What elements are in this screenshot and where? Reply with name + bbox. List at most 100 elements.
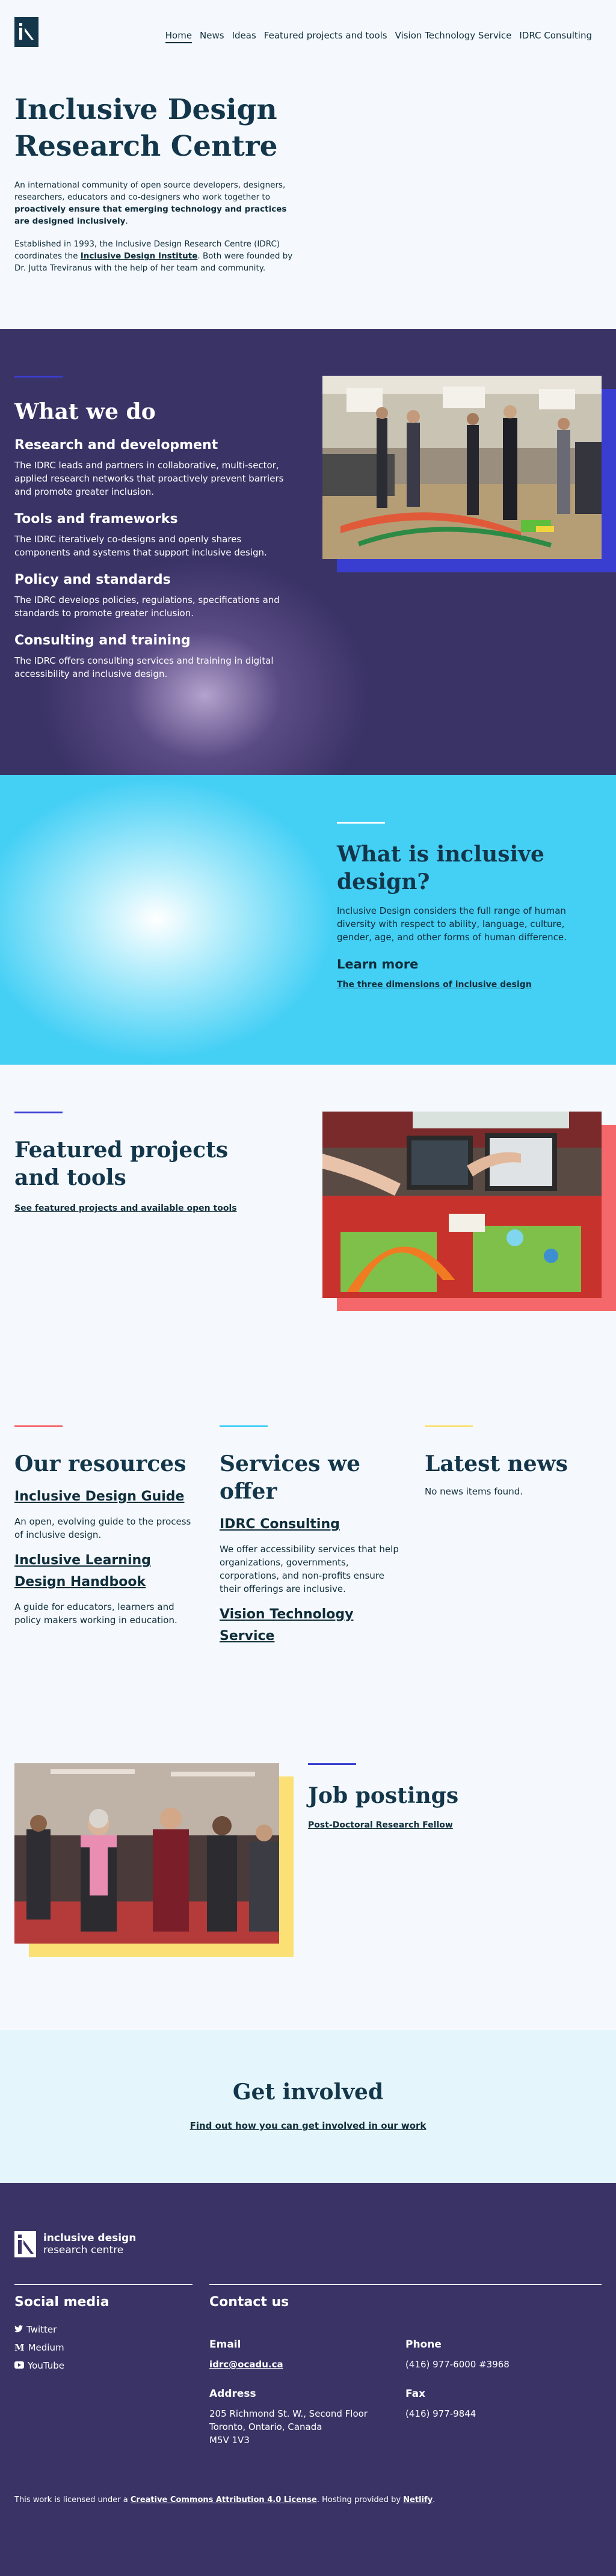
email-label: Email [209,2339,241,2351]
footer-divider [209,2284,602,2285]
logo-line-1: inclusive design [43,2232,137,2244]
license-notice: This work is licensed under a Creative C… [14,2495,435,2504]
fax-number: (416) 977-9844 [405,2408,476,2419]
twitter-link[interactable]: Twitter [26,2321,57,2339]
phone-cell: Phone (416) 977-6000 #3968 [405,2339,510,2371]
postdoc-fellow-link[interactable]: Post-Doctoral Research Fellow [308,1820,585,1830]
hero-section: Inclusive Design Research Centre An inte… [0,60,616,329]
phone-number: (416) 977-6000 #3968 [405,2359,510,2370]
service-heading: IDRC Consulting [220,1514,400,1535]
what-we-do-title: What we do [14,399,156,424]
fax-label: Fax [405,2388,426,2400]
logo-line-2: research centre [43,2244,124,2256]
address-line: M5V 1V3 [209,2435,250,2446]
main-nav: Home News Ideas Featured projects and to… [165,30,592,43]
contact-block: Contact us Email idrc@ocadu.ca Phone (41… [209,2295,602,2466]
featured-projects-link[interactable]: See featured projects and available open… [14,1204,279,1213]
resource-heading: Inclusive Design Guide [14,1486,195,1508]
hero-intro-bold: proactively ensure that emerging technol… [14,204,287,226]
hero-intro: An international community of open sourc… [14,179,303,227]
resources-section: Our resources Inclusive Design Guide An … [0,1378,616,1716]
license-link[interactable]: Creative Commons Attribution 4.0 License [131,2495,317,2504]
contact-title: Contact us [209,2295,289,2310]
address-line: 205 Richmond St. W., Second Floor [209,2408,368,2419]
nav-vision-technology[interactable]: Vision Technology Service [395,30,512,43]
twitter-icon [14,2321,23,2339]
idrc-logo-icon [14,2231,36,2257]
nav-news[interactable]: News [200,30,224,43]
license-text: This work is licensed under a [14,2495,131,2504]
address-text: 205 Richmond St. W., Second Floor Toront… [209,2407,368,2447]
social-media-block: Social media Twitter M Medium YouTube [14,2295,109,2375]
service-description: The IDRC iteratively co-designs and open… [14,534,267,558]
section-accent-line [220,1425,268,1427]
medium-icon: M [14,2342,25,2353]
youtube-icon [14,2357,24,2375]
phone-label: Phone [405,2339,442,2351]
nav-idrc-consulting[interactable]: IDRC Consulting [519,30,592,43]
inclusive-design-section: What is inclusive design? Inclusive Desi… [0,775,616,1065]
three-dimensions-link[interactable]: The three dimensions of inclusive design [337,980,602,990]
featured-projects-section: Featured projects and tools See featured… [0,1065,616,1378]
social-item: M Medium [14,2339,109,2357]
section-accent-line [14,1112,63,1113]
resource-heading: Inclusive Learning Design Handbook [14,1550,195,1593]
inclusive-design-institute-link[interactable]: Inclusive Design Institute [81,251,198,261]
featured-projects-photo-image [322,1112,602,1298]
get-involved-section: Get involved Find out how you can get in… [0,2030,616,2183]
hero-intro-end: . [125,216,128,226]
services-column: Services we offer IDRC Consulting We off… [220,1425,400,1647]
idrc-logo[interactable] [14,17,38,47]
featured-projects-content: Featured projects and tools See featured… [14,1112,279,1213]
service-description: We offer accessibility services that hel… [220,1544,399,1594]
featured-projects-title: Featured projects and tools [14,1137,229,1190]
social-links: Twitter M Medium YouTube [14,2321,109,2375]
inclusive-design-guide-link[interactable]: Inclusive Design Guide [14,1489,184,1504]
inclusive-design-content: What is inclusive design? Inclusive Desi… [337,822,602,990]
idrc-logo-icon [19,23,34,40]
workshop-photo-image [322,376,602,559]
footer-logo[interactable]: inclusive design research centre [14,2231,136,2257]
nav-featured-projects[interactable]: Featured projects and tools [264,30,387,43]
fax-cell: Fax (416) 977-9844 [405,2388,476,2420]
idrc-consulting-link[interactable]: IDRC Consulting [220,1517,340,1532]
nav-home[interactable]: Home [165,30,192,43]
hero-history: Established in 1993, the Inclusive Desig… [14,238,303,274]
inclusive-learning-handbook-link[interactable]: Inclusive Learning Design Handbook [14,1553,151,1589]
service-description: The IDRC develops policies, regulations,… [14,595,280,619]
featured-projects-photo [322,1112,602,1298]
email-cell: Email idrc@ocadu.ca [209,2339,283,2371]
email-link[interactable]: idrc@ocadu.ca [209,2359,283,2370]
nav-ideas[interactable]: Ideas [232,30,256,43]
vision-technology-service-link[interactable]: Vision Technology Service [220,1607,353,1644]
youtube-link[interactable]: YouTube [28,2357,64,2375]
resource-description: An open, evolving guide to the process o… [14,1516,191,1540]
service-description: The IDRC leads and partners in collabora… [14,460,284,497]
medium-link[interactable]: Medium [28,2339,64,2357]
license-text: . Hosting provided by [316,2495,404,2504]
latest-news-title: Latest news [425,1451,568,1476]
service-heading: Consulting and training [14,633,191,648]
social-media-title: Social media [14,2295,109,2310]
footer-logo-text: inclusive design research centre [43,2232,136,2256]
learn-more-heading: Learn more [337,957,419,971]
site-header: Home News Ideas Featured projects and to… [0,0,616,60]
address-cell: Address 205 Richmond St. W., Second Floo… [209,2388,368,2447]
site-footer: inclusive design research centre Social … [0,2183,616,2576]
netlify-link[interactable]: Netlify [403,2495,433,2504]
inclusive-design-title: What is inclusive design? [337,842,544,895]
get-involved-link[interactable]: Find out how you can get involved in our… [190,2120,427,2131]
service-heading: Vision Technology Service [220,1604,400,1647]
inclusive-design-description: Inclusive Design considers the full rang… [337,905,567,943]
address-label: Address [209,2388,256,2400]
section-accent-line [337,822,385,824]
services-title: Services we offer [220,1451,360,1504]
no-news-message: No news items found. [425,1486,523,1497]
hero-intro-text: An international community of open sourc… [14,180,286,202]
section-accent-line [308,1763,356,1765]
latest-news-column: Latest news No news items found. [425,1425,605,1498]
job-postings-section: Job postings Post-Doctoral Research Fell… [0,1716,616,2030]
social-item: Twitter [14,2321,109,2339]
social-item: YouTube [14,2357,109,2375]
service-description: The IDRC offers consulting services and … [14,655,274,679]
